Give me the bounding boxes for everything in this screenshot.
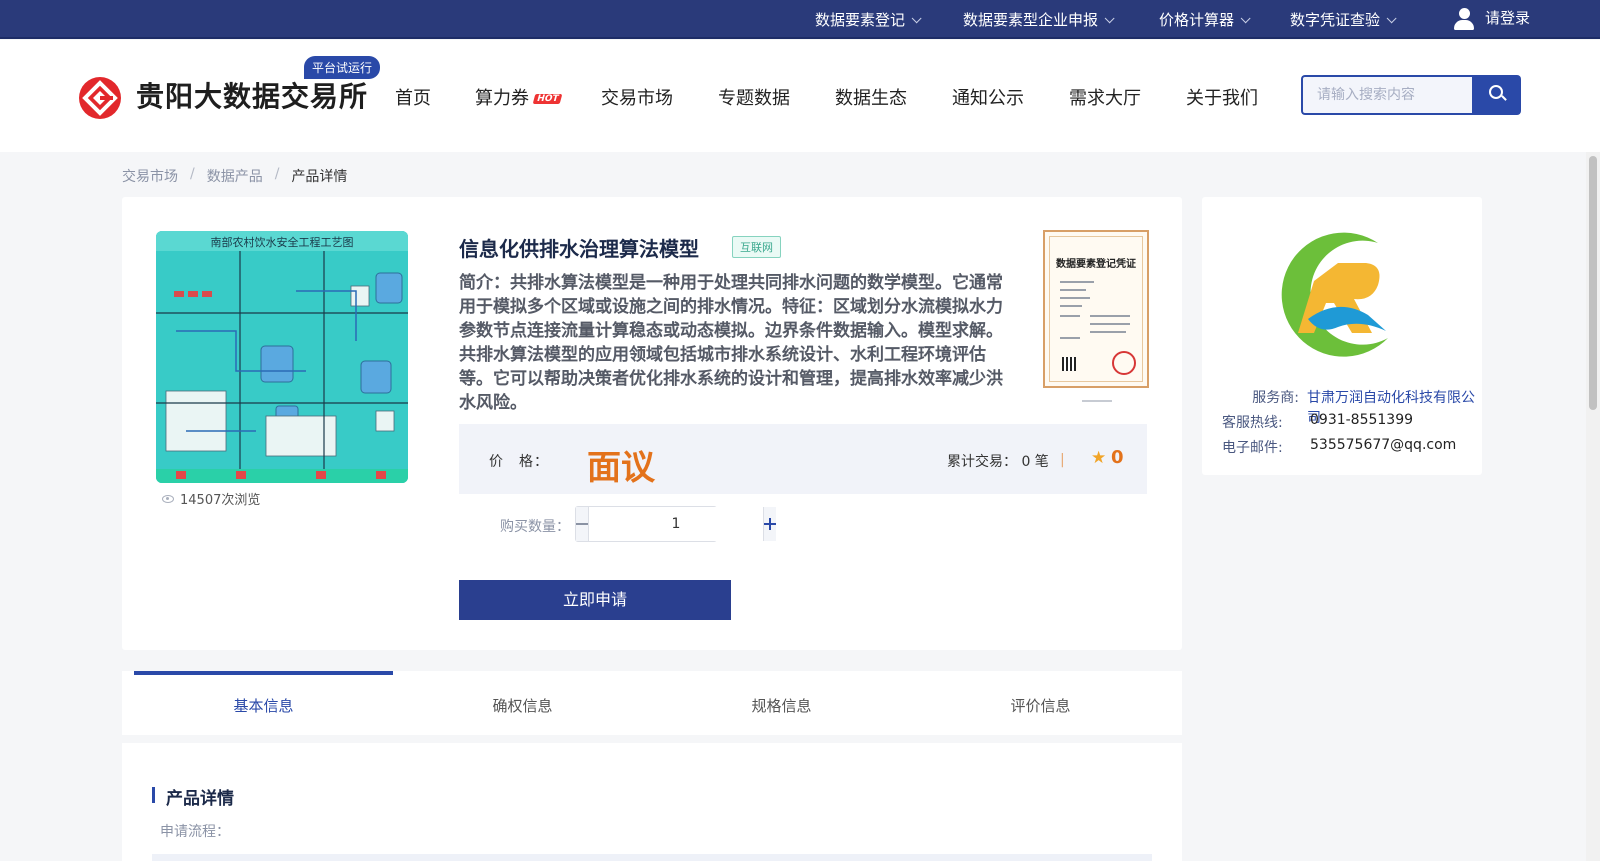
product-detail-section: 产品详情 申请流程：	[122, 743, 1182, 861]
trade-count: 累计交易： 0 笔	[947, 454, 1049, 470]
detail-tabs: 基本信息 确权信息 规格信息 评价信息	[122, 671, 1182, 735]
tab-review-info[interactable]: 评价信息	[911, 671, 1170, 735]
breadcrumb: 交易市场 / 数据产品 / 产品详情	[122, 166, 347, 186]
provider-card: 服务商: 甘肃万润自动化科技有限公司 客服热线: 0931-8551399 电子…	[1202, 197, 1482, 475]
price-box: 价 格： 面议 累计交易： 0 笔 | ★ 0	[459, 424, 1147, 494]
hot-badge: HOT	[532, 94, 563, 104]
tab-basic-info[interactable]: 基本信息	[134, 671, 393, 735]
topbar-enterprise-declaration[interactable]: 数据要素型企业申报	[963, 10, 1115, 30]
certificate-indicator	[1082, 400, 1112, 402]
product-image[interactable]: 南部农村饮水安全工程工艺图	[156, 231, 408, 483]
breadcrumb-data-products[interactable]: 数据产品	[207, 166, 263, 186]
quantity-label: 购买数量：	[500, 519, 570, 535]
nav-demand-hall[interactable]: 需求大厅	[1069, 84, 1141, 110]
process-panel	[152, 854, 1152, 861]
topbar-price-calculator[interactable]: 价格计算器	[1159, 10, 1251, 30]
section-marker	[152, 787, 155, 803]
email-label: 电子邮件:	[1222, 440, 1283, 456]
site-name[interactable]: 贵阳大数据交易所	[136, 75, 368, 115]
chevron-down-icon	[1104, 12, 1115, 23]
top-bar: 数据要素登记 数据要素型企业申报 价格计算器 数字凭证查验 请登录	[0, 0, 1600, 39]
email-row: 电子邮件: 535575677@qq.com	[1222, 437, 1456, 457]
provider-logo	[1281, 232, 1388, 357]
user-icon	[1453, 6, 1475, 30]
apply-button[interactable]: 立即申请	[459, 580, 731, 620]
tab-rights-info[interactable]: 确权信息	[393, 671, 652, 735]
search-button[interactable]	[1472, 75, 1521, 115]
nav-topic-data[interactable]: 专题数据	[718, 84, 790, 110]
topbar-data-registration-label: 数据要素登记	[815, 11, 906, 29]
seal-icon	[1112, 351, 1136, 375]
hotline-row: 客服热线: 0931-8551399	[1222, 412, 1413, 432]
product-image-caption: 南部农村饮水安全工程工艺图	[211, 235, 354, 249]
trade-separator: |	[1060, 452, 1065, 468]
registration-certificate[interactable]: 数据要素登记凭证	[1043, 230, 1149, 388]
main-header: 贵阳大数据交易所 平台试运行 首页 算力券 HOT 交易市场 专题数据 数据生态…	[0, 40, 1600, 152]
search-box	[1301, 75, 1474, 115]
minus-icon	[576, 523, 588, 525]
decrease-quantity-button[interactable]	[576, 507, 589, 541]
nav-notices[interactable]: 通知公示	[952, 84, 1024, 110]
certificate-title: 数据要素登记凭证	[1056, 259, 1136, 270]
topbar-price-calculator-label: 价格计算器	[1159, 11, 1235, 29]
plus-icon	[764, 518, 776, 530]
breadcrumb-current: 产品详情	[291, 169, 348, 185]
nav-about[interactable]: 关于我们	[1186, 84, 1258, 110]
login-label: 请登录	[1485, 9, 1531, 27]
chevron-down-icon	[1386, 12, 1397, 23]
source-tag: 互联网	[732, 236, 781, 258]
tab-spec-info[interactable]: 规格信息	[652, 671, 911, 735]
price-label: 价 格：	[489, 454, 549, 470]
breadcrumb-separator: /	[190, 166, 195, 182]
eye-icon	[162, 494, 174, 503]
topbar-enterprise-declaration-label: 数据要素型企业申报	[963, 11, 1099, 29]
scrollbar-thumb[interactable]	[1589, 156, 1597, 410]
hotline-value: 0931-8551399	[1310, 412, 1414, 428]
chevron-down-icon	[911, 12, 922, 23]
product-card: 南部农村饮水安全工程工艺图 14507次浏览 信息化供排水治理算法模型 互联网 …	[122, 197, 1182, 650]
topbar-data-registration[interactable]: 数据要素登记	[815, 10, 922, 30]
rating-value: 0	[1111, 447, 1124, 468]
increase-quantity-button[interactable]	[763, 507, 776, 541]
breadcrumb-market[interactable]: 交易市场	[122, 166, 178, 186]
topbar-certificate-check[interactable]: 数字凭证查验	[1290, 10, 1397, 30]
quantity-input[interactable]	[589, 507, 763, 541]
view-count: 14507次浏览	[162, 489, 260, 508]
page-scrollbar[interactable]	[1586, 152, 1600, 861]
price-value: 面议	[587, 448, 655, 488]
nav-compute-voucher[interactable]: 算力券	[475, 84, 529, 110]
quantity-stepper	[575, 506, 776, 542]
nav-home[interactable]: 首页	[395, 84, 431, 110]
login-button[interactable]: 请登录	[1453, 6, 1530, 30]
application-process-label: 申请流程：	[160, 824, 230, 840]
nav-data-ecosystem[interactable]: 数据生态	[835, 84, 907, 110]
email-value: 535575677@qq.com	[1310, 437, 1457, 453]
beta-badge: 平台试运行	[304, 56, 381, 79]
view-count-text: 14507次浏览	[180, 493, 261, 508]
qr-code-icon	[1062, 357, 1076, 371]
nav-market[interactable]: 交易市场	[601, 84, 673, 110]
section-title: 产品详情	[166, 789, 234, 809]
star-icon: ★	[1091, 448, 1107, 468]
breadcrumb-separator: /	[274, 166, 280, 182]
exchange-logo-icon[interactable]	[79, 77, 121, 119]
chevron-down-icon	[1240, 12, 1251, 23]
topbar-certificate-check-label: 数字凭证查验	[1290, 11, 1381, 29]
hotline-label: 客服热线:	[1222, 415, 1283, 431]
product-description: 简介：共排水算法模型是一种用于处理共同排水问题的数学模型。它通常用于模拟多个区域…	[459, 273, 1003, 413]
search-input[interactable]	[1303, 77, 1474, 113]
product-title: 信息化供排水治理算法模型	[459, 237, 699, 261]
